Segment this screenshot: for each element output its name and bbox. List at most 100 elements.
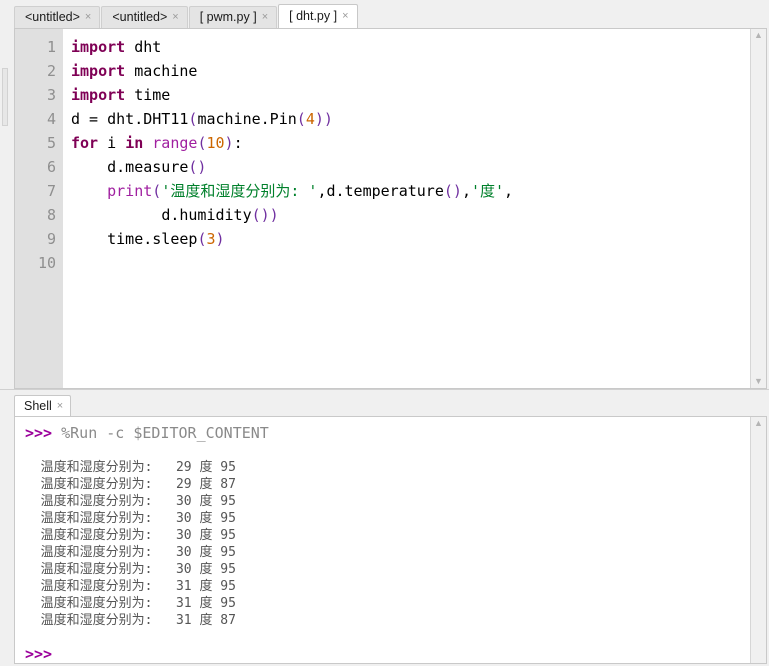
output-humidity: 95 — [220, 596, 236, 611]
output-humidity: 95 — [220, 562, 236, 577]
keyword-import: import — [71, 86, 126, 104]
output-humidity: 95 — [220, 579, 236, 594]
code-editor[interactable]: import dht import machine import time d … — [63, 29, 750, 388]
line-number: 3 — [46, 86, 56, 104]
line-number: 2 — [46, 62, 56, 80]
output-temperature: 30 — [175, 494, 192, 509]
code-line-2: import machine — [71, 59, 750, 83]
comma: , — [504, 182, 514, 200]
output-humidity: 95 — [220, 494, 236, 509]
close-icon[interactable]: × — [262, 12, 268, 23]
output-label: 温度和湿度分别为: — [40, 613, 153, 628]
shell-output-row: 温度和湿度分别为: 30 度 95 — [25, 561, 750, 578]
chevron-up-icon[interactable]: ▲ — [754, 31, 763, 40]
module-name: dht — [125, 38, 162, 56]
output-unit: 度 — [199, 545, 213, 560]
output-humidity: 95 — [220, 545, 236, 560]
editor-tab-label: <untitled> — [112, 10, 168, 25]
keyword-import: import — [71, 38, 126, 56]
output-unit: 度 — [199, 477, 213, 492]
loop-variable: i — [98, 134, 126, 152]
output-label: 温度和湿度分别为: — [40, 460, 153, 475]
shell-spacer — [25, 629, 750, 646]
editor-pane: <untitled> × <untitled> × [ pwm.py ] × [… — [0, 0, 769, 389]
keyword-in: in — [125, 134, 144, 152]
output-humidity: 95 — [220, 511, 236, 526]
module-name: machine — [125, 62, 198, 80]
output-temperature: 31 — [175, 596, 192, 611]
string-literal-degree: '度' — [470, 182, 505, 200]
editor-tab-label: [ dht.py ] — [289, 9, 338, 24]
shell-tab-label: Shell — [24, 399, 52, 413]
output-unit: 度 — [199, 613, 213, 628]
sleep-call: time.sleep — [107, 230, 198, 248]
builtin-range: range — [152, 134, 198, 152]
shell-run-command — [52, 424, 61, 442]
code-line-8: d.humidity()) — [71, 203, 750, 227]
code-line-5: for i in range(10): — [71, 131, 750, 155]
editor-tab-untitled-2[interactable]: <untitled> × — [101, 6, 188, 28]
code-line-3: import time — [71, 83, 750, 107]
shell-output-row: 温度和湿度分别为: 31 度 95 — [25, 578, 750, 595]
shell-tab[interactable]: Shell × — [14, 395, 72, 416]
editor-tab-label: [ pwm.py ] — [199, 10, 257, 25]
line-number: 5 — [46, 134, 56, 152]
close-parens: )) — [314, 110, 333, 128]
output-temperature: 30 — [175, 562, 192, 577]
output-unit: 度 — [199, 528, 213, 543]
close-parens: ()) — [251, 206, 279, 224]
output-temperature: 30 — [175, 511, 192, 526]
pin-number: 4 — [305, 110, 315, 128]
output-label: 温度和湿度分别为: — [40, 528, 153, 543]
chevron-down-icon[interactable]: ▼ — [754, 377, 763, 386]
output-temperature: 29 — [175, 477, 192, 492]
editor-tab-pwm-py[interactable]: [ pwm.py ] × — [188, 6, 278, 28]
measure-call: d.measure — [107, 158, 189, 176]
shell-final-prompt-line[interactable]: >>> — [25, 646, 750, 663]
temperature-call: ,d.temperature — [317, 182, 444, 200]
output-unit: 度 — [199, 596, 213, 611]
code-line-1: import dht — [71, 35, 750, 59]
output-temperature: 30 — [175, 528, 192, 543]
line-number: 8 — [46, 206, 56, 224]
close-icon[interactable]: × — [85, 12, 91, 23]
scrollbar-thumb[interactable] — [2, 68, 8, 126]
code-line-4: d = dht.DHT11(machine.Pin(4)) — [71, 107, 750, 131]
shell-prompt: >>> — [25, 424, 53, 442]
output-unit: 度 — [199, 562, 213, 577]
colon: : — [233, 134, 243, 152]
output-unit: 度 — [199, 460, 213, 475]
keyword-for: for — [71, 134, 99, 152]
output-temperature: 31 — [175, 579, 192, 594]
shell-console[interactable]: >>> %Run -c $EDITOR_CONTENT 温度和湿度分别为: 29… — [15, 417, 750, 663]
shell-output-row: 温度和湿度分别为: 30 度 95 — [25, 527, 750, 544]
output-humidity: 95 — [220, 528, 236, 543]
output-temperature: 29 — [175, 460, 192, 475]
line-number: 1 — [46, 38, 56, 56]
output-humidity: 95 — [220, 460, 236, 475]
close-icon[interactable]: × — [172, 12, 178, 23]
sleep-seconds: 3 — [206, 230, 216, 248]
shell-vertical-scrollbar[interactable]: ▲ ▼ — [750, 417, 766, 663]
output-label: 温度和湿度分别为: — [40, 545, 153, 560]
close-icon[interactable]: × — [342, 11, 348, 22]
shell-tab-bar: Shell × — [0, 390, 769, 416]
shell-run-line: >>> %Run -c $EDITOR_CONTENT — [25, 425, 750, 442]
shell-output-row: 温度和湿度分别为: 29 度 95 — [25, 459, 750, 476]
close-paren: ) — [215, 230, 225, 248]
shell-run-command-text: %Run -c $EDITOR_CONTENT — [61, 424, 269, 442]
output-temperature: 30 — [175, 545, 192, 560]
editor-tab-untitled-1[interactable]: <untitled> × — [14, 6, 101, 28]
chevron-up-icon[interactable]: ▲ — [754, 419, 763, 428]
editor-tab-dht-py[interactable]: [ dht.py ] × — [278, 4, 358, 28]
editor-vertical-scrollbar[interactable]: ▲ ▼ — [750, 29, 766, 388]
shell-prompt: >>> — [25, 645, 53, 663]
editor-tab-label: <untitled> — [25, 10, 80, 25]
output-unit: 度 — [199, 494, 213, 509]
close-icon[interactable]: × — [57, 400, 63, 412]
editor-left-scroll-strip[interactable] — [0, 28, 13, 368]
